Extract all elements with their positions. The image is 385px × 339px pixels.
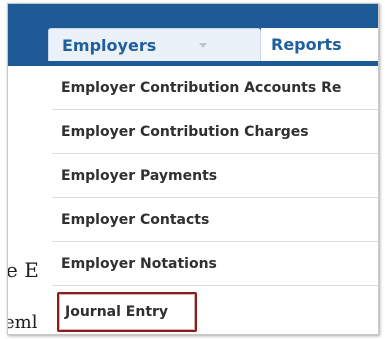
employers-menu-window: Employers Reports e E eml Employer Contr… [7,3,379,335]
menu-item-employer-contribution-charges[interactable]: Employer Contribution Charges [52,110,378,154]
chevron-down-icon[interactable] [199,43,207,48]
background-text-fragment: eml [7,312,38,333]
menu-item-employer-payments[interactable]: Employer Payments [52,154,378,198]
top-navigation-bar: Employers Reports [8,4,378,66]
menu-item-employer-notations[interactable]: Employer Notations [52,242,378,286]
menu-item-employer-contribution-accounts[interactable]: Employer Contribution Accounts Re [52,66,378,110]
tab-reports[interactable]: Reports [261,28,378,61]
menu-item-journal-entry[interactable]: Journal Entry [57,292,197,332]
tab-reports-label: Reports [271,35,342,54]
tab-employers[interactable]: Employers [48,28,261,61]
employers-dropdown-menu: Employer Contribution Accounts Re Employ… [52,66,378,334]
background-text-fragment: e E [7,258,39,282]
menu-item-employer-contacts[interactable]: Employer Contacts [52,198,378,242]
tab-employers-label: Employers [62,36,157,55]
